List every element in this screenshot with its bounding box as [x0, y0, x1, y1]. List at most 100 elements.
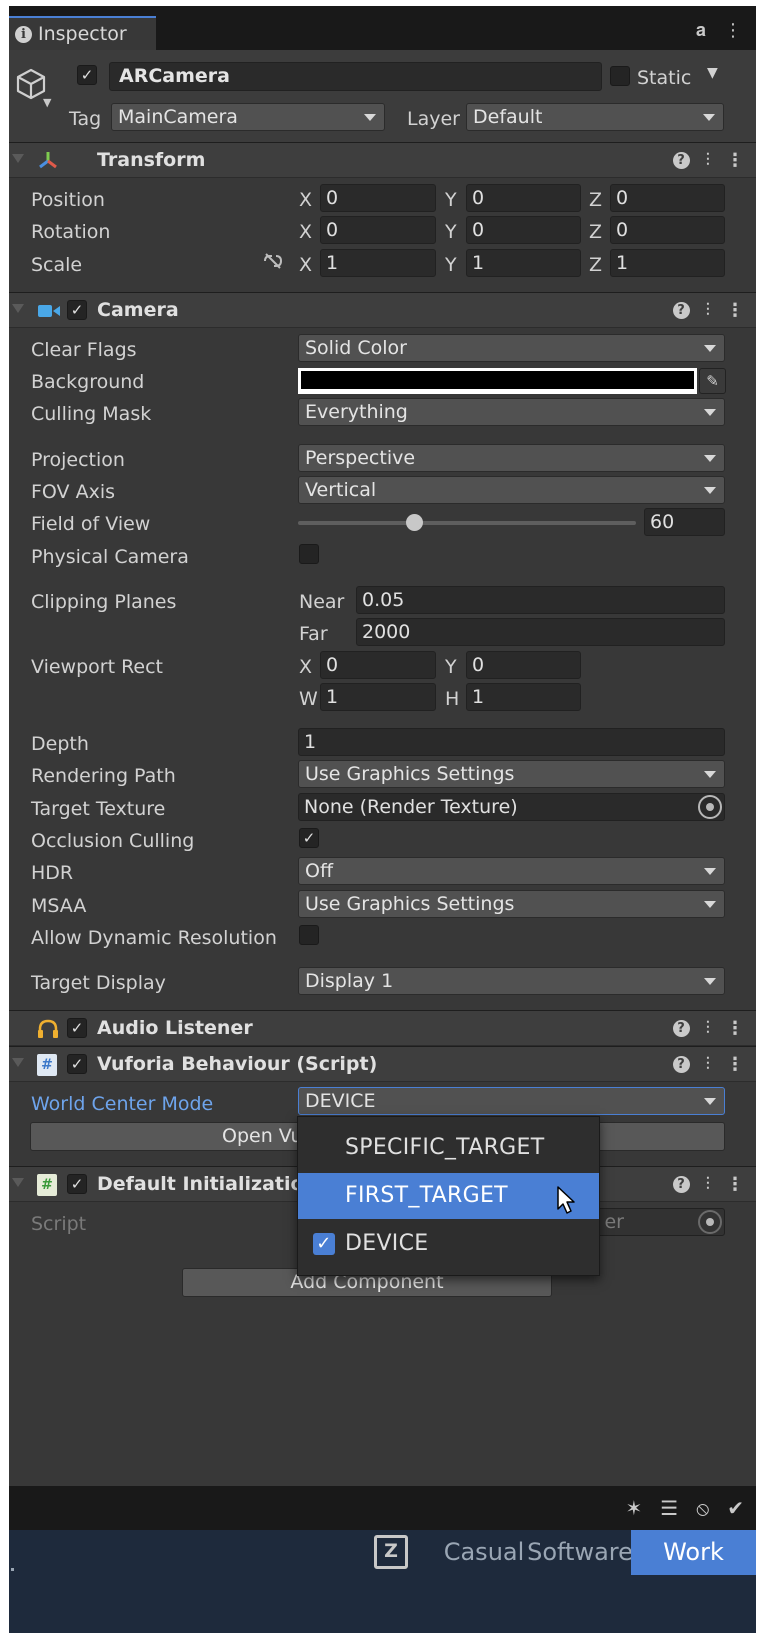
rotation-x-field[interactable]: 0 [320, 216, 436, 244]
viewport-rect-label: Viewport Rect [31, 656, 164, 678]
chevron-down-icon [704, 1098, 716, 1105]
foldout-arrow-icon[interactable] [12, 154, 24, 163]
projection-dropdown[interactable]: Perspective [298, 444, 725, 472]
debug-icon[interactable]: ✶ [625, 1496, 642, 1520]
kebab-menu-icon[interactable]: ⋮ [726, 1018, 744, 1039]
popup-option-device[interactable]: ✓ DEVICE [298, 1221, 599, 1267]
physical-camera-checkbox[interactable] [299, 544, 319, 564]
fov-value-field[interactable]: 60 [644, 508, 725, 536]
presets-icon[interactable]: ⫶ [706, 1054, 711, 1075]
gameobject-name-field[interactable]: ARCamera [109, 62, 602, 91]
rotation-z-field[interactable]: 0 [610, 216, 725, 244]
fov-slider-track[interactable] [298, 521, 636, 525]
axis-y: Y [445, 189, 457, 211]
depth-field[interactable]: 1 [298, 728, 725, 756]
scale-x-field[interactable]: 1 [320, 249, 436, 277]
far-field[interactable]: 2000 [356, 618, 725, 646]
foldout-arrow-icon[interactable] [12, 1178, 24, 1187]
msaa-value: Use Graphics Settings [305, 893, 515, 915]
axis-y: Y [445, 221, 457, 243]
scale-z-field[interactable]: 1 [610, 249, 725, 277]
default-init-checkbox[interactable]: ✓ [67, 1174, 87, 1194]
vuforia-header[interactable]: # ✓ Vuforia Behaviour (Script) ? ⫶ ⋮ [9, 1046, 756, 1082]
fov-axis-dropdown[interactable]: Vertical [298, 476, 725, 504]
kebab-menu-icon[interactable]: ⋮ [726, 1054, 744, 1075]
axis-x: X [299, 221, 313, 243]
lock-icon[interactable]: 𝐚 [696, 20, 706, 41]
unlinked-scale-icon[interactable] [262, 252, 284, 270]
eyedropper-icon[interactable]: ✎ [699, 368, 726, 394]
check-circle-icon[interactable]: ✔ [727, 1496, 744, 1520]
viewport-y-field[interactable]: 0 [466, 651, 581, 679]
help-icon[interactable]: ? [672, 152, 690, 169]
fov-slider-handle[interactable] [406, 514, 423, 531]
scene-visibility-icon[interactable]: ⦸ [696, 1496, 709, 1520]
projection-label: Projection [31, 449, 125, 471]
chevron-down-icon [703, 114, 715, 121]
transform-header[interactable]: Transform ? ⫶ ⋮ [9, 142, 756, 178]
help-icon[interactable]: ? [672, 1056, 690, 1073]
position-y-field[interactable]: 0 [466, 184, 581, 212]
tag-dropdown[interactable]: MainCamera [111, 103, 385, 131]
inspector-window: i Inspector 𝐚 ⋮ ▼ ✓ ARCamera Static ▼ Ta… [9, 6, 756, 1633]
workspace-software[interactable]: Software [527, 1530, 633, 1575]
rotation-y-field[interactable]: 0 [466, 216, 581, 244]
static-dropdown-icon[interactable]: ▼ [707, 65, 718, 81]
presets-icon[interactable]: ⫶ [706, 1174, 711, 1195]
kebab-menu-icon[interactable]: ⋮ [724, 20, 742, 41]
audio-listener-checkbox[interactable]: ✓ [67, 1018, 87, 1038]
help-icon[interactable]: ? [672, 1020, 690, 1037]
hdr-dropdown[interactable]: Off [298, 857, 725, 885]
camera-title: Camera [97, 299, 179, 321]
info-icon: i [15, 25, 32, 43]
target-display-dropdown[interactable]: Display 1 [298, 967, 725, 995]
clear-flags-dropdown[interactable]: Solid Color [298, 334, 725, 362]
viewport-w-field[interactable]: 1 [320, 683, 436, 711]
viewport-h-field[interactable]: 1 [466, 683, 581, 711]
background-color-swatch[interactable] [298, 368, 697, 394]
position-z-field[interactable]: 0 [610, 184, 725, 212]
chevron-down-icon [364, 114, 376, 121]
workspace-work[interactable]: Work [631, 1530, 756, 1575]
layers-icon[interactable]: ☰ [660, 1496, 678, 1520]
kebab-menu-icon[interactable]: ⋮ [726, 1174, 744, 1195]
culling-mask-dropdown[interactable]: Everything [298, 398, 725, 426]
fov-label: Field of View [31, 513, 151, 535]
foldout-arrow-icon[interactable] [12, 304, 24, 313]
foldout-arrow-icon[interactable] [12, 1058, 24, 1067]
scale-y-field[interactable]: 1 [466, 249, 581, 277]
tab-inspector[interactable]: i Inspector [9, 16, 156, 50]
chevron-down-icon [704, 868, 716, 875]
presets-icon[interactable]: ⫶ [706, 1018, 711, 1039]
icon-dropdown-arrow-icon[interactable]: ▼ [43, 96, 51, 109]
viewport-x-field[interactable]: 0 [320, 651, 436, 679]
msaa-dropdown[interactable]: Use Graphics Settings [298, 890, 725, 918]
help-icon[interactable]: ? [672, 1176, 690, 1193]
popup-option-specific-target[interactable]: SPECIFIC_TARGET [298, 1125, 599, 1171]
object-picker-icon[interactable] [698, 795, 722, 819]
object-picker-icon [698, 1210, 722, 1234]
camera-enabled-checkbox[interactable]: ✓ [67, 300, 87, 320]
kebab-menu-icon[interactable]: ⋮ [726, 300, 744, 321]
rendering-path-dropdown[interactable]: Use Graphics Settings [298, 760, 725, 788]
tag-label: Tag [69, 108, 102, 130]
world-center-mode-dropdown[interactable]: DEVICE [298, 1087, 725, 1115]
audio-listener-header[interactable]: ✓ Audio Listener ? ⫶ ⋮ [9, 1010, 756, 1046]
near-field[interactable]: 0.05 [356, 586, 725, 614]
target-texture-field[interactable]: None (Render Texture) [298, 793, 725, 821]
static-checkbox[interactable] [610, 66, 630, 86]
position-x-field[interactable]: 0 [320, 184, 436, 212]
camera-header[interactable]: ✓ Camera ? ⫶ ⋮ [9, 292, 756, 328]
popup-option-first-target[interactable]: FIRST_TARGET [298, 1173, 599, 1219]
presets-icon[interactable]: ⫶ [706, 300, 711, 321]
kebab-menu-icon[interactable]: ⋮ [726, 150, 744, 171]
occlusion-culling-checkbox[interactable]: ✓ [299, 828, 319, 848]
presets-icon[interactable]: ⫶ [706, 150, 711, 171]
layer-dropdown[interactable]: Default [466, 103, 724, 131]
help-icon[interactable]: ? [672, 302, 690, 319]
dynamic-resolution-checkbox[interactable] [299, 925, 319, 945]
active-checkbox[interactable]: ✓ [77, 65, 97, 85]
static-label: Static [637, 67, 692, 89]
vuforia-enabled-checkbox[interactable]: ✓ [67, 1054, 87, 1074]
workspace-casual[interactable]: Casual [439, 1530, 529, 1575]
